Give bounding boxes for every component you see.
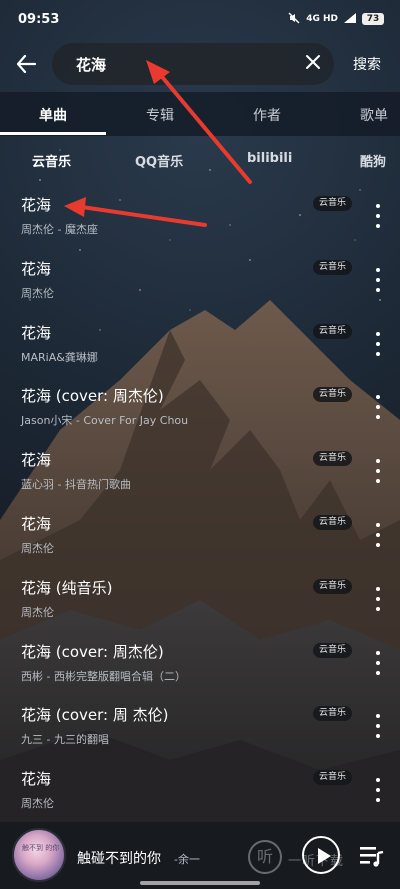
song-row[interactable]: 花海 蓝心羽 - 抖音热门歌曲 云音乐 bbox=[0, 435, 400, 499]
watermark-logo-icon: 听 bbox=[248, 840, 282, 874]
source-badge: 云音乐 bbox=[312, 642, 352, 658]
source-badge: 云音乐 bbox=[312, 514, 352, 530]
song-row[interactable]: 花海 (cover: 周杰伦) 西彬 - 西彬完整版翻唱合辑（二） 云音乐 bbox=[0, 627, 400, 691]
playlist-icon bbox=[360, 847, 384, 867]
song-subtitle: 西彬 - 西彬完整版翻唱合辑（二） bbox=[21, 669, 186, 683]
mini-player[interactable]: 触不到 的你 触碰不到的你 -余一 听 一听下载 bbox=[0, 822, 400, 889]
source-badge: 云音乐 bbox=[312, 770, 352, 786]
more-options-icon[interactable] bbox=[372, 778, 384, 803]
play-button[interactable] bbox=[302, 836, 340, 874]
song-subtitle: 周杰伦 - 魔杰座 bbox=[21, 223, 98, 236]
playlist-button[interactable] bbox=[358, 844, 386, 868]
song-row[interactable]: 花海 MARiA&龚琳娜 云音乐 bbox=[0, 308, 400, 372]
song-title: 花海 (cover: 周 杰伦) bbox=[21, 706, 169, 725]
play-icon bbox=[318, 848, 331, 864]
song-subtitle: Jason小宋 - Cover For Jay Chou bbox=[21, 414, 189, 428]
song-title: 花海 bbox=[21, 451, 52, 470]
song-subtitle: 周杰伦 bbox=[21, 797, 54, 811]
song-subtitle: MARiA&龚琳娜 bbox=[21, 350, 98, 364]
more-options-icon[interactable] bbox=[372, 459, 384, 484]
song-subtitle: 周杰伦 bbox=[21, 541, 54, 555]
song-title: 花海 bbox=[21, 323, 52, 342]
song-subtitle: 九三 - 九三的翻唱 bbox=[21, 733, 109, 747]
album-cover[interactable]: 触不到 的你 bbox=[12, 828, 66, 882]
tab-playlists[interactable]: 歌单 bbox=[360, 105, 388, 125]
status-bar: 09:53 4G HD 73 bbox=[0, 0, 400, 38]
status-time: 09:53 bbox=[18, 11, 60, 27]
song-title: 花海 (cover: 周杰伦) bbox=[21, 387, 164, 406]
source-badge: 云音乐 bbox=[312, 259, 352, 275]
tab-songs[interactable]: 单曲 bbox=[39, 105, 67, 125]
source-badge: 云音乐 bbox=[312, 451, 352, 467]
song-row[interactable]: 花海 (cover: 周 杰伦) 九三 - 九三的翻唱 云音乐 bbox=[0, 690, 400, 754]
signal-icon bbox=[344, 12, 356, 26]
more-options-icon[interactable] bbox=[372, 714, 384, 739]
song-row[interactable]: 花海 周杰伦 - 魔杰座 云音乐 bbox=[0, 180, 400, 244]
back-button[interactable] bbox=[0, 40, 52, 88]
song-row[interactable]: 花海 周杰伦 云音乐 bbox=[0, 499, 400, 563]
more-options-icon[interactable] bbox=[372, 331, 384, 356]
source-badge: 云音乐 bbox=[312, 387, 352, 403]
song-title: 花海 bbox=[21, 259, 52, 278]
source-bilibili[interactable]: bilibili bbox=[247, 151, 292, 166]
status-icons: 4G HD 73 bbox=[288, 12, 384, 27]
app-screen: 09:53 4G HD 73 花海 搜索 单曲 专辑 作者 歌单 云音乐 QQ音… bbox=[0, 0, 400, 889]
close-icon bbox=[306, 55, 320, 69]
song-row[interactable]: 花海 周杰伦 云音乐 bbox=[0, 754, 400, 818]
tab-artists[interactable]: 作者 bbox=[253, 105, 281, 125]
clear-button[interactable] bbox=[305, 54, 321, 74]
mute-icon bbox=[288, 12, 300, 27]
more-options-icon[interactable] bbox=[372, 395, 384, 420]
now-playing-artist: -余一 bbox=[174, 853, 200, 866]
home-indicator bbox=[140, 881, 260, 885]
song-title: 花海 bbox=[21, 196, 52, 214]
source-filters: 云音乐 QQ音乐 bilibili 酷狗 bbox=[0, 143, 400, 177]
more-options-icon[interactable] bbox=[372, 586, 384, 611]
battery-indicator: 73 bbox=[362, 13, 384, 25]
song-title: 花海 bbox=[21, 770, 52, 789]
tab-active-indicator bbox=[0, 132, 106, 135]
search-input[interactable] bbox=[76, 55, 293, 73]
search-bar-row: 搜索 bbox=[0, 40, 400, 88]
song-subtitle: 周杰伦 bbox=[21, 605, 54, 619]
network-label: 4G HD bbox=[306, 14, 338, 24]
song-subtitle: 蓝心羽 - 抖音热门歌曲 bbox=[21, 478, 131, 492]
now-playing-title: 触碰不到的你 bbox=[77, 851, 161, 867]
more-options-icon[interactable] bbox=[372, 267, 384, 292]
source-qq-music[interactable]: QQ音乐 bbox=[135, 151, 183, 170]
source-badge: 云音乐 bbox=[312, 578, 352, 594]
song-subtitle: 周杰伦 bbox=[21, 286, 54, 300]
song-row[interactable]: 花海 周杰伦 云音乐 bbox=[0, 244, 400, 308]
more-options-icon[interactable] bbox=[372, 522, 384, 547]
tab-albums[interactable]: 专辑 bbox=[146, 105, 174, 125]
cover-text: 触不到 的你 bbox=[22, 844, 60, 852]
song-title: 花海 (纯音乐) bbox=[21, 578, 113, 597]
more-options-icon[interactable] bbox=[372, 204, 384, 228]
source-badge: 云音乐 bbox=[312, 196, 352, 211]
source-cloud-music[interactable]: 云音乐 bbox=[32, 151, 71, 170]
song-row[interactable]: 花海 (纯音乐) 周杰伦 云音乐 bbox=[0, 563, 400, 627]
song-list: 花海 周杰伦 - 魔杰座 云音乐 花海 周杰伦 云音乐 花海 MARiA&龚琳娜… bbox=[0, 180, 400, 818]
song-title: 花海 bbox=[21, 514, 52, 533]
source-badge: 云音乐 bbox=[312, 323, 352, 339]
search-box bbox=[52, 43, 334, 85]
back-arrow-icon bbox=[16, 55, 36, 73]
source-kugou[interactable]: 酷狗 bbox=[360, 151, 386, 170]
more-options-icon[interactable] bbox=[372, 650, 384, 675]
source-badge: 云音乐 bbox=[312, 706, 352, 722]
search-button[interactable]: 搜索 bbox=[334, 54, 400, 74]
song-row[interactable]: 花海 (cover: 周杰伦) Jason小宋 - Cover For Jay … bbox=[0, 371, 400, 435]
result-tabs: 单曲 专辑 作者 歌单 bbox=[0, 92, 400, 136]
song-title: 花海 (cover: 周杰伦) bbox=[21, 642, 164, 661]
